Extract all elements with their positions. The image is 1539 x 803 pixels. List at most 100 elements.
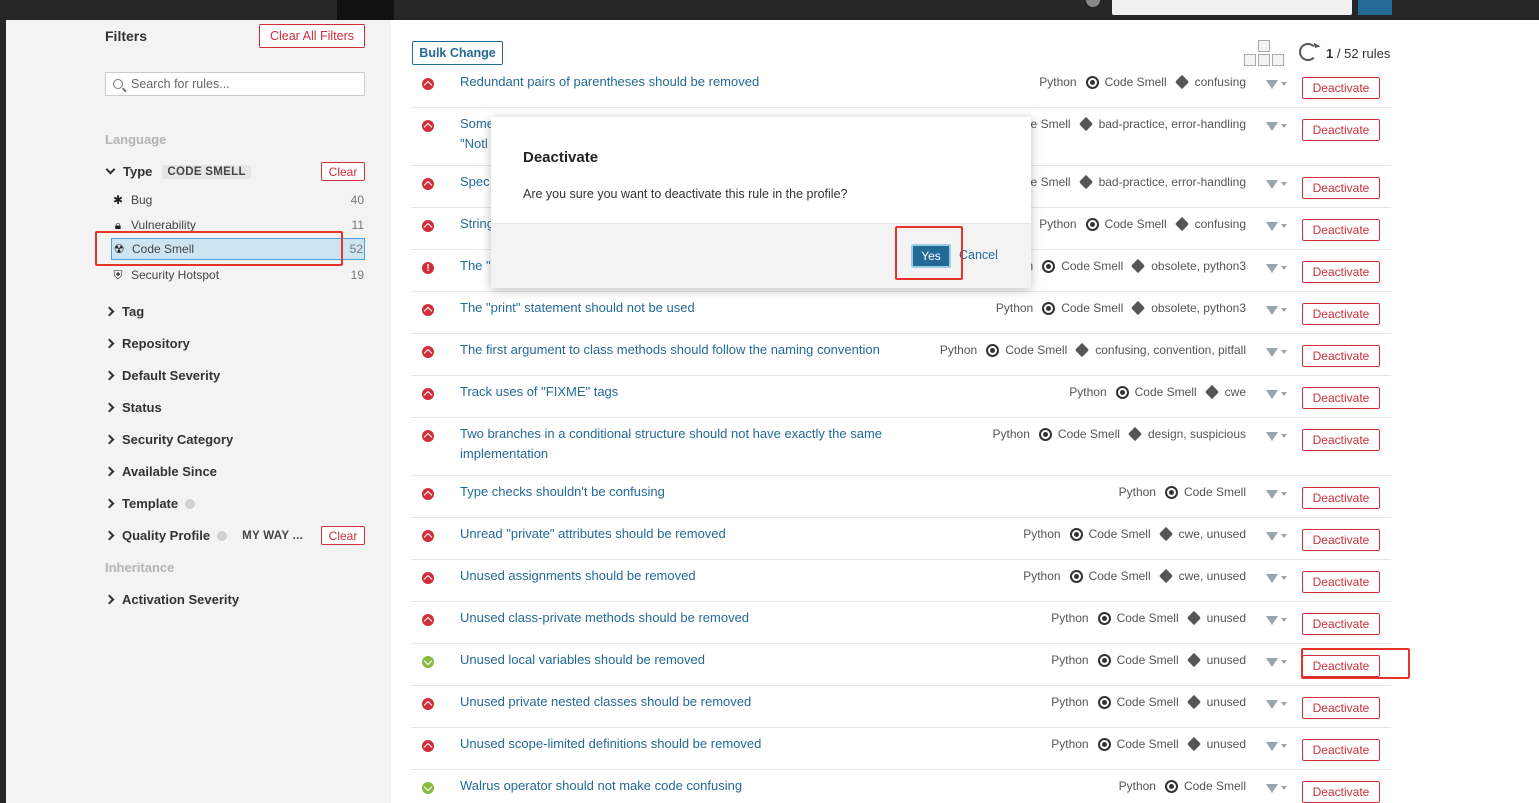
rule-name-link[interactable]: Unused local variables should be removed	[460, 650, 900, 670]
rule-name-link[interactable]: Unused class-private methods should be r…	[460, 608, 900, 628]
facet-repository[interactable]: Repository	[104, 336, 190, 351]
rule-name-link[interactable]: Track uses of "FIXME" tags	[460, 382, 900, 402]
cancel-link[interactable]: Cancel	[959, 248, 998, 262]
deactivate-button[interactable]: Deactivate	[1302, 429, 1380, 451]
search-button[interactable]	[1358, 0, 1392, 15]
filter-similar-icon[interactable]	[1266, 78, 1288, 90]
rule-language: Python	[1023, 527, 1061, 541]
rule-search-input[interactable]: Search for rules...	[105, 72, 365, 96]
type-clear-button[interactable]: Clear	[321, 162, 365, 181]
tag-icon	[1075, 342, 1090, 358]
filter-similar-icon[interactable]	[1266, 430, 1288, 442]
deactivate-button[interactable]: Deactivate	[1302, 613, 1380, 635]
facet-tag[interactable]: Tag	[104, 304, 144, 319]
rule-row[interactable]: Unused local variables should be removed…	[411, 646, 1391, 686]
filter-similar-icon[interactable]	[1266, 614, 1288, 626]
filter-similar-icon[interactable]	[1266, 388, 1288, 400]
chevron-right-icon	[104, 466, 115, 477]
rule-row[interactable]: Unused assignments should be removed Pyth…	[411, 562, 1391, 602]
rule-row[interactable]: Walrus operator should not make code con…	[411, 772, 1391, 803]
project-search-input[interactable]	[1112, 0, 1352, 15]
rule-row[interactable]: Track uses of "FIXME" tags Python Code Sme…	[411, 378, 1391, 418]
rule-type: Code Smell	[1183, 779, 1246, 793]
rule-name-link[interactable]: Type checks shouldn't be confusing	[460, 482, 900, 502]
facet-default-severity[interactable]: Default Severity	[104, 368, 220, 383]
filter-similar-icon[interactable]	[1266, 346, 1288, 358]
quality-profile-clear-button[interactable]: Clear	[321, 526, 365, 545]
filter-similar-icon[interactable]	[1266, 572, 1288, 584]
chevron-right-icon	[104, 338, 115, 349]
filter-similar-icon[interactable]	[1266, 530, 1288, 542]
facet-template[interactable]: Template	[104, 496, 196, 511]
clear-all-filters-button[interactable]: Clear All Filters	[259, 24, 365, 48]
facet-quality-profile[interactable]: Quality Profile MY WAY ...	[104, 528, 308, 543]
rule-name-link[interactable]: Unused assignments should be removed	[460, 566, 900, 586]
rule-name-link[interactable]: The "print" statement should not be used	[460, 298, 900, 318]
reload-icon[interactable]	[1299, 43, 1317, 61]
filter-similar-icon[interactable]	[1266, 304, 1288, 316]
rule-row[interactable]: The first argument to class methods shou…	[411, 336, 1391, 376]
rule-row[interactable]: Redundant pairs of parentheses should be…	[411, 72, 1391, 108]
rule-name-link[interactable]: Unread "private" attributes should be re…	[460, 524, 900, 544]
bulk-change-button[interactable]: Bulk Change	[412, 41, 503, 65]
rule-row[interactable]: Unread "private" attributes should be re…	[411, 520, 1391, 560]
facet-type[interactable]: Type CODE SMELL	[105, 164, 251, 179]
keyboard-nav-icon	[1242, 40, 1286, 68]
bug-icon: ✱	[112, 193, 124, 207]
filter-similar-icon[interactable]	[1266, 740, 1288, 752]
rule-row[interactable]: The "print" statement should not be used…	[411, 294, 1391, 334]
rule-meta: Python Code Smell	[1119, 779, 1246, 793]
rule-name-link[interactable]: Redundant pairs of parentheses should be…	[460, 72, 900, 92]
deactivate-button[interactable]: Deactivate	[1302, 739, 1380, 761]
filter-similar-icon[interactable]	[1266, 120, 1288, 132]
rule-name-line: Walrus operator should not make code con…	[460, 778, 743, 793]
rule-name-link[interactable]: The first argument to class methods shou…	[460, 340, 900, 360]
deactivate-button[interactable]: Deactivate	[1302, 177, 1380, 199]
deactivate-button[interactable]: Deactivate	[1302, 387, 1380, 409]
type-item-security-hotspot[interactable]: ⛨ Security Hotspot 19	[111, 264, 365, 286]
deactivate-button[interactable]: Deactivate	[1302, 487, 1380, 509]
code-smell-icon	[1042, 259, 1056, 273]
deactivate-button[interactable]: Deactivate	[1302, 119, 1380, 141]
rule-row[interactable]: Type checks shouldn't be confusing Python…	[411, 478, 1391, 518]
filter-similar-icon[interactable]	[1266, 220, 1288, 232]
deactivate-button[interactable]: Deactivate	[1302, 697, 1380, 719]
help-icon[interactable]	[217, 530, 228, 541]
filter-similar-icon[interactable]	[1266, 488, 1288, 500]
facet-status[interactable]: Status	[104, 400, 162, 415]
rule-name-link[interactable]: Unused scope-limited definitions should …	[460, 734, 900, 754]
rule-row[interactable]: Unused private nested classes should be …	[411, 688, 1391, 728]
deactivate-button[interactable]: Deactivate	[1302, 529, 1380, 551]
rule-tags: obsolete, python3	[1151, 301, 1246, 315]
help-icon[interactable]	[185, 498, 196, 509]
rule-type: Code Smell	[1005, 343, 1068, 357]
help-icon[interactable]	[1086, 0, 1100, 7]
filter-similar-icon[interactable]	[1266, 782, 1288, 794]
type-item-bug[interactable]: ✱ Bug 40	[111, 189, 365, 211]
filter-similar-icon[interactable]	[1266, 656, 1288, 668]
deactivate-button[interactable]: Deactivate	[1302, 261, 1380, 283]
rule-row[interactable]: Unused scope-limited definitions should …	[411, 730, 1391, 770]
deactivate-button[interactable]: Deactivate	[1302, 219, 1380, 241]
facet-available-since[interactable]: Available Since	[104, 464, 217, 479]
rule-row[interactable]: Two branches in a conditional structure …	[411, 420, 1391, 476]
rule-row[interactable]: Unused class-private methods should be r…	[411, 604, 1391, 644]
filter-similar-icon[interactable]	[1266, 262, 1288, 274]
deactivate-button[interactable]: Deactivate	[1302, 345, 1380, 367]
deactivate-button[interactable]: Deactivate	[1302, 303, 1380, 325]
filter-similar-icon[interactable]	[1266, 698, 1288, 710]
rule-name-link[interactable]: Walrus operator should not make code con…	[460, 776, 900, 796]
facet-activation-severity[interactable]: Activation Severity	[104, 592, 239, 607]
tag-icon	[1078, 116, 1093, 132]
deactivate-button[interactable]: Deactivate	[1302, 781, 1380, 803]
facet-security-category[interactable]: Security Category	[104, 432, 233, 447]
code-smell-icon	[1038, 427, 1052, 441]
nav-active-tab[interactable]	[337, 0, 394, 20]
language-section-label: Language	[105, 132, 167, 147]
deactivate-button[interactable]: Deactivate	[1302, 77, 1380, 99]
rule-name-link[interactable]: Unused private nested classes should be …	[460, 692, 900, 712]
rule-tags: confusing	[1194, 217, 1246, 231]
deactivate-button[interactable]: Deactivate	[1302, 571, 1380, 593]
filter-similar-icon[interactable]	[1266, 178, 1288, 190]
rule-name-link[interactable]: Two branches in a conditional structure …	[460, 424, 900, 464]
